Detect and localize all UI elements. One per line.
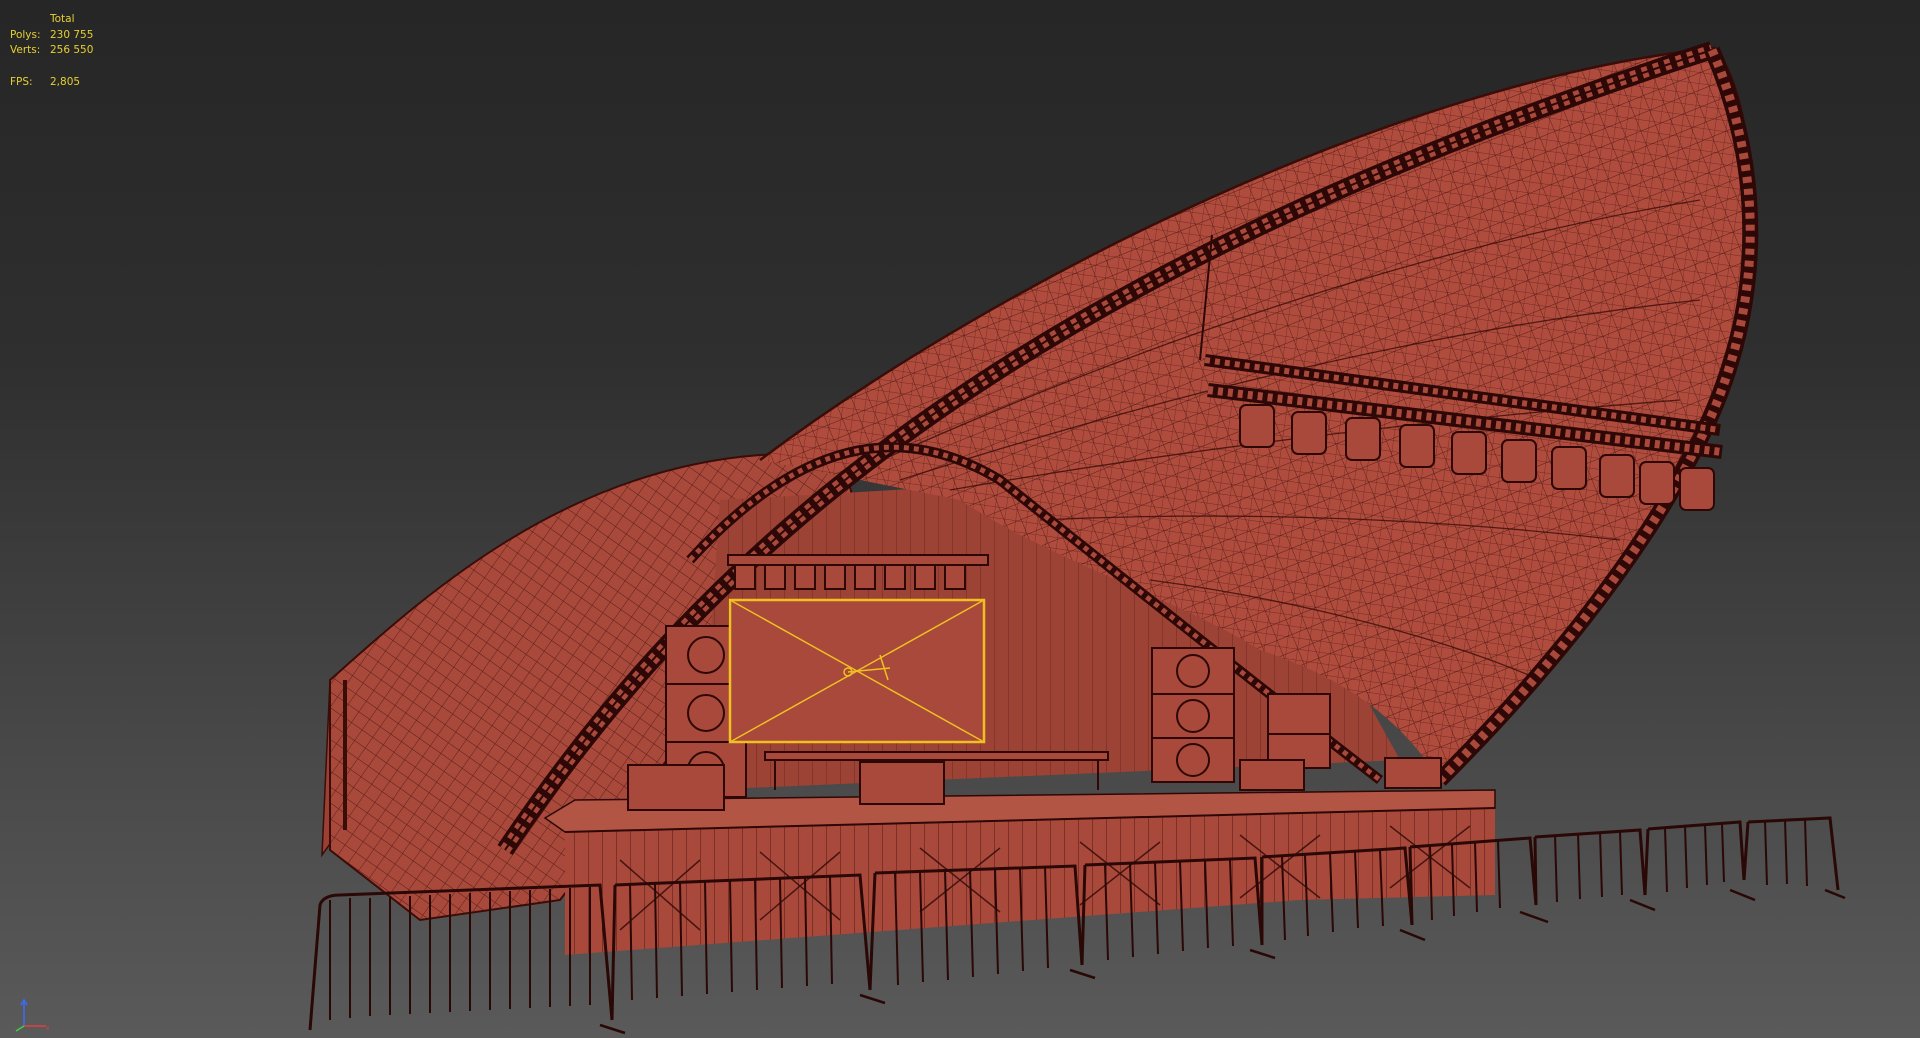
verts-value: 256 550 xyxy=(50,44,94,56)
polys-label: Polys: xyxy=(10,28,41,41)
axis-gizmo-icon: x xyxy=(15,998,50,1032)
scene-render xyxy=(308,41,1846,1035)
fps-label: FPS: xyxy=(10,75,33,88)
fps-value: 2,805 xyxy=(50,75,81,88)
viewport-statistics: Total Polys: 230 755 Verts: 256 550 FPS: 2,… xyxy=(10,12,93,90)
front-light-row xyxy=(727,554,989,590)
verts-label: Verts: xyxy=(10,44,41,56)
polys-value: 230 755 xyxy=(50,28,94,41)
svg-text:x: x xyxy=(46,1025,50,1032)
stats-header: Total xyxy=(50,13,75,25)
3d-viewport[interactable]: Total Polys: 230 755 Verts: 256 550 FPS: 2,… xyxy=(0,0,1920,1038)
stage-platform xyxy=(543,751,1496,955)
selected-led-screen[interactable] xyxy=(728,598,986,744)
